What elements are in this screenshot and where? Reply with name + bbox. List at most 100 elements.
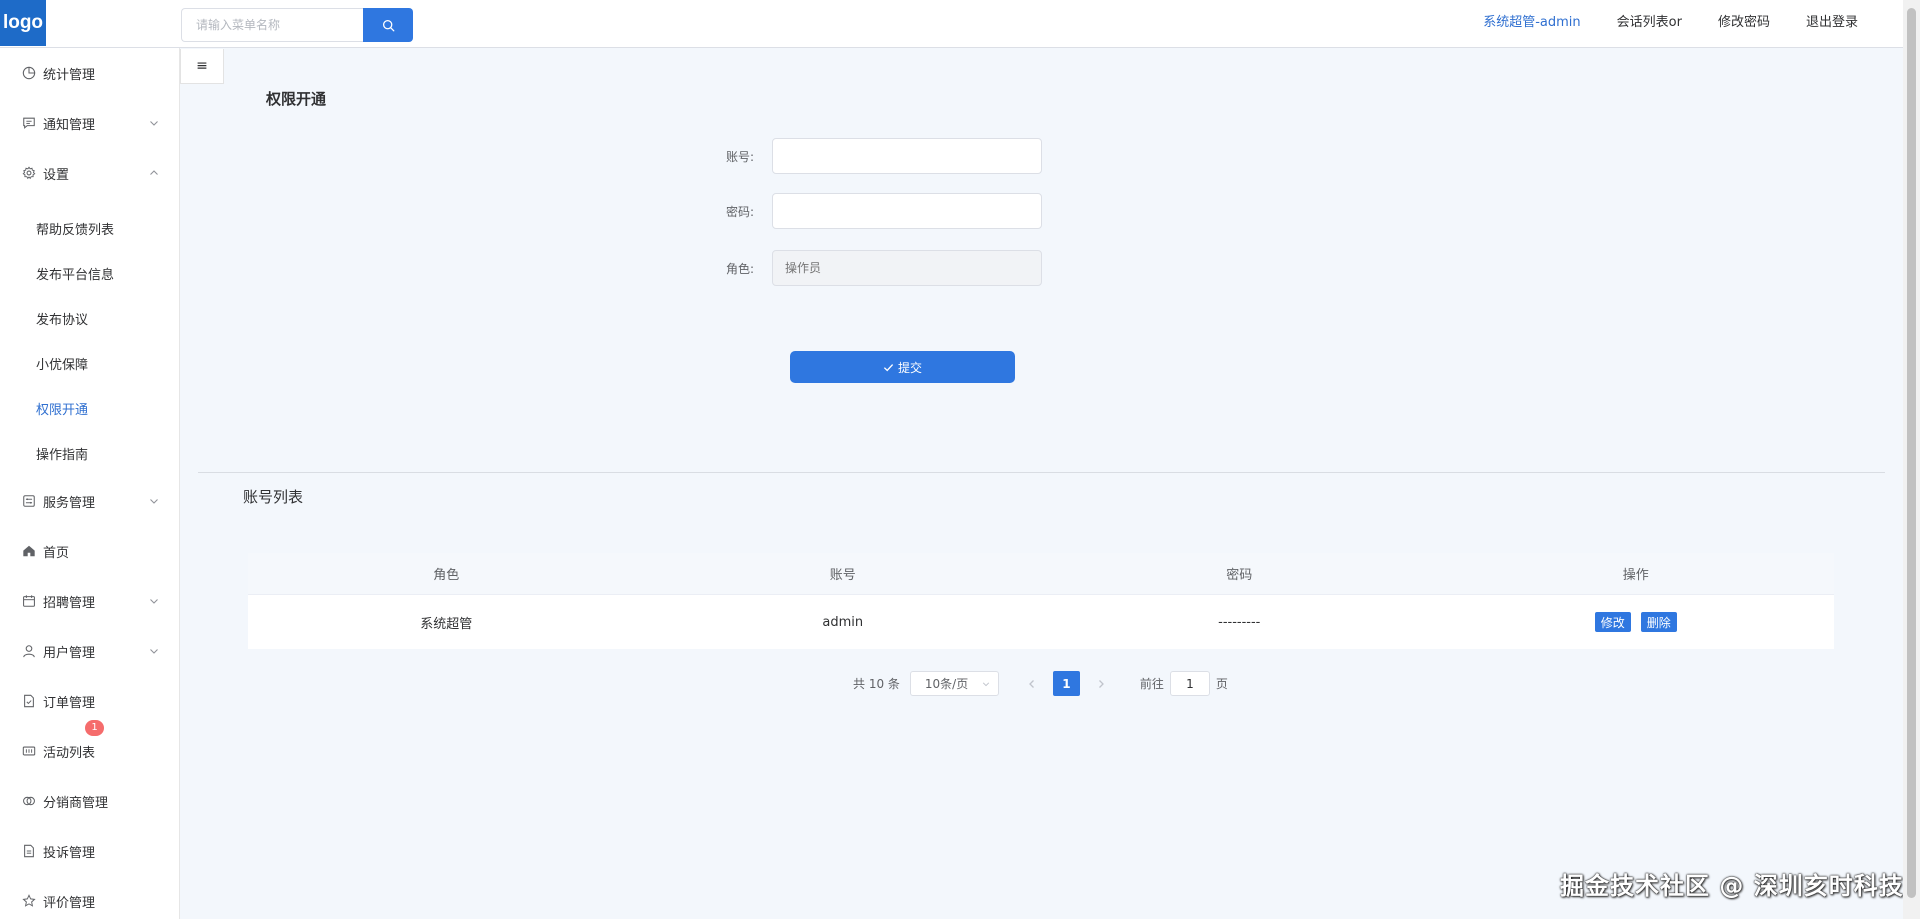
prev-page-button[interactable] [1019,671,1045,696]
table-row: 系统超管 admin --------- 修改 删除 [248,595,1834,649]
sidebar-item-activities[interactable]: 1 活动列表 [0,720,179,776]
account-form-row: 账号: [700,138,1042,174]
column-header-account: 账号 [829,568,856,583]
column-header-actions: 操作 [1622,568,1649,583]
document-icon [22,844,36,858]
password-input[interactable] [772,193,1042,229]
password-form-row: 密码: [700,193,1042,229]
sidebar-item-notifications[interactable]: 通知管理 [0,98,179,148]
pie-chart-icon [22,66,36,80]
sidebar-item-label: 统计管理 [43,67,96,83]
search-button[interactable] [363,8,413,42]
page-size-value: 10条/页 [924,677,969,691]
calendar-icon [22,594,36,608]
submenu-item-permission-activation[interactable]: 权限开通 [0,386,179,431]
sidebar-item-orders[interactable]: 订单管理 [0,676,179,726]
chevron-down-icon [150,499,158,504]
role-label: 角色: [725,261,754,276]
top-header: logo 系统超管-admin 会话列表or 修改密码 退出登录 [0,0,1903,48]
account-input[interactable] [772,138,1042,174]
goto-label: 前往 [1139,677,1164,691]
submenu-item-operation-guide[interactable]: 操作指南 [0,431,179,476]
session-list-link[interactable]: 会话列表or [1617,11,1682,30]
current-user-link[interactable]: 系统超管-admin [1483,11,1580,30]
sidebar-item-label: 设置 [43,167,70,183]
sidebar-item-label: 订单管理 [43,695,96,711]
ticket-icon [22,744,36,758]
sidebar-item-settings[interactable]: 设置 [0,148,179,198]
edit-button[interactable]: 修改 [1594,612,1631,632]
sidebar-item-services[interactable]: 服务管理 [0,476,179,526]
chevron-down-icon [150,121,158,126]
page-number-current[interactable]: 1 [1052,671,1080,696]
chevron-right-icon [1098,679,1104,688]
chevron-down-icon [150,599,158,604]
total-count: 共 10 条 [853,677,900,691]
sidebar-item-home[interactable]: 首页 [0,526,179,576]
submit-button-label: 提交 [897,360,922,375]
logout-link[interactable]: 退出登录 [1806,11,1858,30]
sidebar-item-reviews[interactable]: 评价管理 [0,876,179,919]
service-icon [22,494,36,508]
chevron-left-icon [1028,679,1034,688]
password-label: 密码: [725,204,754,219]
page-suffix: 页 [1215,677,1228,691]
sidebar-item-recruitment[interactable]: 招聘管理 [0,576,179,626]
chevron-down-icon [150,649,158,654]
sidebar-item-label: 招聘管理 [43,595,96,611]
search-icon [382,19,394,31]
sidebar-item-label: 用户管理 [43,645,96,661]
check-icon [883,363,894,371]
submenu-item-publish-agreement[interactable]: 发布协议 [0,296,179,341]
message-icon [22,116,36,130]
gear-icon [22,166,36,180]
pagination: 共 10 条 10条/页 1 前往 页 [853,671,1228,696]
sidebar-toggle-button[interactable]: ≡ [180,49,224,84]
account-label: 账号: [725,149,754,164]
account-table: 角色 账号 密码 操作 系统超管 admin --------- 修改 删除 [248,553,1834,649]
logo[interactable]: logo [0,0,46,46]
sidebar-item-label: 服务管理 [43,495,96,511]
change-password-link[interactable]: 修改密码 [1718,11,1770,30]
header-links: 系统超管-admin 会话列表or 修改密码 退出登录 [1483,0,1858,40]
sidebar-item-label: 投诉管理 [43,845,96,861]
page-jumper: 前往 页 [1140,671,1228,696]
scrollbar-thumb[interactable] [1907,8,1916,898]
cell-role: 系统超管 [420,616,473,632]
sidebar-item-complaints[interactable]: 投诉管理 [0,826,179,876]
user-icon [22,644,36,658]
cell-actions: 修改 删除 [1438,595,1835,649]
sidebar-item-distributors[interactable]: 分销商管理 [0,776,179,826]
sidebar-item-label: 活动列表 [43,745,96,761]
goto-page-input[interactable] [1169,671,1210,696]
submenu-item-publish-platform-info[interactable]: 发布平台信息 [0,251,179,296]
menu-icon: ≡ [196,58,208,74]
notification-badge: 1 [85,720,104,736]
home-icon [22,544,36,558]
sidebar-item-users[interactable]: 用户管理 [0,626,179,676]
next-page-button[interactable] [1088,671,1114,696]
role-form-row: 角色: [700,250,1042,286]
sidebar-item-label: 分销商管理 [43,795,109,811]
submenu-item-help-feedback[interactable]: 帮助反馈列表 [0,206,179,251]
document-icon [22,694,36,708]
chevron-down-icon [982,682,990,687]
page-title: 权限开通 [266,90,327,108]
chevron-up-icon [150,170,158,175]
delete-button[interactable]: 删除 [1640,612,1677,632]
cell-password: --------- [1218,614,1261,630]
star-icon [22,894,36,908]
page-size-select[interactable]: 10条/页 [909,671,999,696]
watermark: 掘金技术社区 @ 深圳亥时科技 [1560,872,1904,900]
column-header-role: 角色 [433,568,460,583]
menu-search-input[interactable] [181,8,363,42]
account-list-title: 账号列表 [243,488,304,506]
vertical-scrollbar[interactable] [1903,0,1920,919]
sidebar-item-label: 首页 [43,545,70,561]
submenu-item-guarantee[interactable]: 小优保障 [0,341,179,386]
role-input [772,250,1042,286]
sidebar-item-label: 通知管理 [43,117,96,133]
submit-button[interactable]: 提交 [790,351,1015,383]
table-header: 角色 账号 密码 操作 [248,553,1834,595]
sidebar-item-statistics[interactable]: 统计管理 [0,48,179,98]
